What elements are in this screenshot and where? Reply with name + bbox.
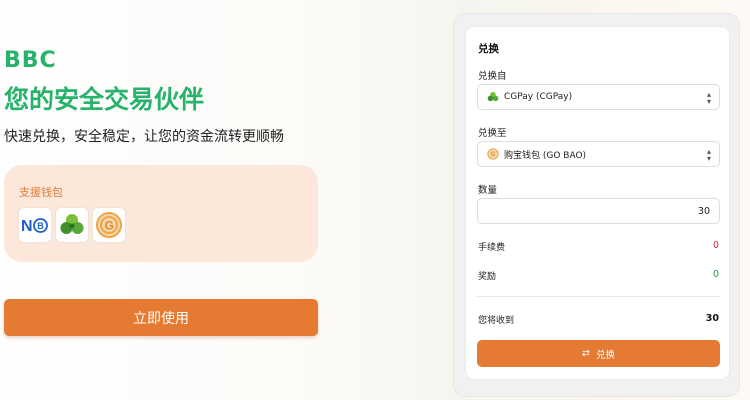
reward-label: 奖励 xyxy=(478,272,497,282)
hero: BBC 您的安全交易伙伴 快速兑换，安全稳定，让您的资金流转更顺畅 xyxy=(4,48,324,146)
chevron-updown-icon: ▴ ▾ xyxy=(706,90,711,106)
svg-text:G: G xyxy=(105,219,114,233)
fee-value: 0 xyxy=(712,240,719,251)
supported-wallets-title: 支援钱包 xyxy=(19,186,63,199)
quantity-label: 数量 xyxy=(478,185,498,196)
from-wallet-value: CGPay (CGPay) xyxy=(504,92,573,102)
exchange-title: 兑换 xyxy=(478,43,499,55)
supported-wallets-card: 支援钱包 N B G xyxy=(4,165,318,262)
to-wallet-select[interactable]: G 购宝钱包 (GO BAO) ▴ ▾ xyxy=(477,141,720,167)
fee-label: 手续费 xyxy=(478,243,506,253)
svg-text:N: N xyxy=(21,218,33,235)
cgpay-wallet-icon xyxy=(56,208,88,242)
reward-value: 0 xyxy=(712,269,719,280)
subtitle: 快速兑换，安全稳定，让您的资金流转更顺畅 xyxy=(4,129,284,145)
from-label: 兑换自 xyxy=(478,71,507,82)
exchange-button-label: 兑换 xyxy=(595,349,615,361)
exchange-panel: 兑换 兑换自 CGPay (CGPay) ▴ ▾ 兑换至 G 购宝钱包 (GO B… xyxy=(466,27,729,379)
start-using-button[interactable]: 立即使用 xyxy=(4,299,318,336)
brand-title: BBC xyxy=(4,48,57,73)
wallet-icon-list: N B G xyxy=(19,208,125,242)
svg-text:G: G xyxy=(491,152,496,158)
nb-wallet-icon: N B xyxy=(19,208,51,242)
divider xyxy=(477,296,720,297)
to-label: 兑换至 xyxy=(478,128,507,139)
receive-value: 30 xyxy=(705,313,719,324)
quantity-input[interactable] xyxy=(477,198,720,224)
svg-text:B: B xyxy=(37,221,44,231)
swap-arrows-icon: ⇄ xyxy=(582,348,590,359)
chevron-updown-icon: ▴ ▾ xyxy=(706,147,711,163)
to-wallet-value: 购宝钱包 (GO BAO) xyxy=(504,150,587,161)
from-wallet-select[interactable]: CGPay (CGPay) ▴ ▾ xyxy=(477,84,720,110)
cgpay-icon xyxy=(487,91,499,103)
tagline: 您的安全交易伙伴 xyxy=(4,85,205,114)
gobao-icon: G xyxy=(487,148,499,160)
receive-label: 您将收到 xyxy=(478,316,515,326)
gobao-wallet-icon: G xyxy=(93,208,125,242)
exchange-button[interactable]: ⇄ 兑换 xyxy=(477,340,720,367)
